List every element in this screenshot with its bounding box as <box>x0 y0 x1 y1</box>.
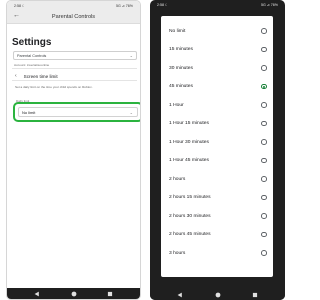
radio-unselected-icon[interactable] <box>261 65 267 71</box>
limit-option-label: 2 hours <box>169 176 186 182</box>
limit-option-label: No limit <box>169 28 186 34</box>
limit-option[interactable]: 3 hours <box>161 244 273 262</box>
limit-option-label: 45 minutes <box>169 84 193 89</box>
back-triangle-icon[interactable] <box>30 289 44 299</box>
divider <box>12 68 137 69</box>
radio-unselected-icon[interactable] <box>261 213 267 219</box>
radio-unselected-icon[interactable] <box>261 231 267 238</box>
limit-option[interactable]: 30 minutes <box>161 59 273 77</box>
limit-option[interactable]: 2 hours 30 minutes <box>161 207 273 225</box>
radio-unselected-icon[interactable] <box>261 28 267 34</box>
limit-option-label: 1 Hour <box>169 102 184 108</box>
recents-square-icon[interactable] <box>248 290 262 300</box>
home-circle-icon[interactable] <box>67 289 81 299</box>
select-value: Parental Controls <box>17 54 47 58</box>
home-circle-icon[interactable] <box>211 290 225 300</box>
subpage-title: Screen time limit <box>23 73 58 79</box>
limit-option[interactable]: No limit <box>161 22 273 40</box>
system-nav-bar <box>7 288 140 299</box>
daily-limit-select[interactable]: No limit ⌄ <box>18 107 138 117</box>
settings-category-select[interactable]: Parental Controls ⌄ <box>13 51 137 60</box>
right-phone-screen: 2:58 ☾ 5G ⊿ 76% No limit 15 minutes 30 min… <box>150 0 285 300</box>
limit-option[interactable]: 1 Hour <box>161 96 273 114</box>
subpage-header: ‹ Screen time limit <box>15 73 58 79</box>
limit-option[interactable]: 2 hours 15 minutes <box>161 189 273 207</box>
status-indicators: 5G ⊿ 76% <box>116 3 133 8</box>
left-phone-screen: 2:58 ☾ 5G ⊿ 76% ← Parental Controls Sett… <box>6 0 141 300</box>
app-title: Parental Controls <box>51 13 96 20</box>
radio-unselected-icon[interactable] <box>261 120 267 127</box>
limit-option[interactable]: 1 Hour 45 minutes <box>161 152 273 170</box>
chevron-down-icon: ⌄ <box>129 53 133 58</box>
limit-option-label: 2 hours 15 minutes <box>169 195 211 200</box>
limit-option[interactable]: 1 Hour 15 minutes <box>161 115 273 133</box>
limit-option-label: 2 hours 30 minutes <box>169 213 211 219</box>
radio-selected-icon[interactable] <box>261 83 267 90</box>
description-text: Set a daily limit on the time your child… <box>15 85 93 89</box>
limit-option-label: 3 hours <box>169 250 186 256</box>
limit-option-label: 1 Hour 30 minutes <box>169 139 209 145</box>
highlight-outline: No limit ⌄ <box>13 102 140 122</box>
radio-unselected-icon[interactable] <box>261 46 267 53</box>
radio-unselected-icon[interactable] <box>261 102 267 108</box>
status-time: 2:58 ☾ <box>157 2 169 7</box>
status-bar: 2:58 ☾ 5G ⊿ 76% <box>7 1 140 10</box>
limit-option-label: 2 hours 45 minutes <box>169 232 211 237</box>
radio-unselected-icon[interactable] <box>261 250 267 256</box>
daily-limit-value: No limit <box>22 110 36 115</box>
limit-option-label: 15 minutes <box>169 47 193 52</box>
account-text: Account: insertatisoonline <box>14 63 50 67</box>
limit-option[interactable]: 2 hours <box>161 170 273 188</box>
system-nav-bar <box>150 289 285 300</box>
recents-square-icon[interactable] <box>103 289 117 299</box>
radio-unselected-icon[interactable] <box>261 194 267 201</box>
divider <box>12 80 137 81</box>
back-triangle-icon[interactable] <box>173 290 187 300</box>
app-bar: ← Parental Controls <box>7 10 140 24</box>
daily-limit-options-dialog: No limit 15 minutes 30 minutes 45 minutes 1 … <box>161 16 273 277</box>
limit-option[interactable]: 1 Hour 30 minutes <box>161 133 273 151</box>
chevron-down-icon: ⌄ <box>129 110 133 115</box>
limit-option[interactable]: 45 minutes <box>161 78 273 96</box>
radio-unselected-icon[interactable] <box>261 157 267 164</box>
back-arrow-icon[interactable]: ← <box>13 12 20 19</box>
status-bar: 2:58 ☾ 5G ⊿ 76% <box>150 0 285 9</box>
back-chevron-icon[interactable]: ‹ <box>15 73 17 79</box>
limit-option[interactable]: 2 hours 45 minutes <box>161 226 273 244</box>
limit-option-label: 30 minutes <box>169 65 193 71</box>
radio-unselected-icon[interactable] <box>261 176 267 182</box>
limit-option[interactable]: 15 minutes <box>161 41 273 59</box>
radio-unselected-icon[interactable] <box>261 139 267 145</box>
status-indicators: 5G ⊿ 76% <box>261 2 278 7</box>
status-time: 2:58 ☾ <box>14 3 26 8</box>
settings-heading: Settings <box>12 37 52 48</box>
limit-option-label: 1 Hour 15 minutes <box>169 121 209 126</box>
limit-option-label: 1 Hour 45 minutes <box>169 158 209 163</box>
